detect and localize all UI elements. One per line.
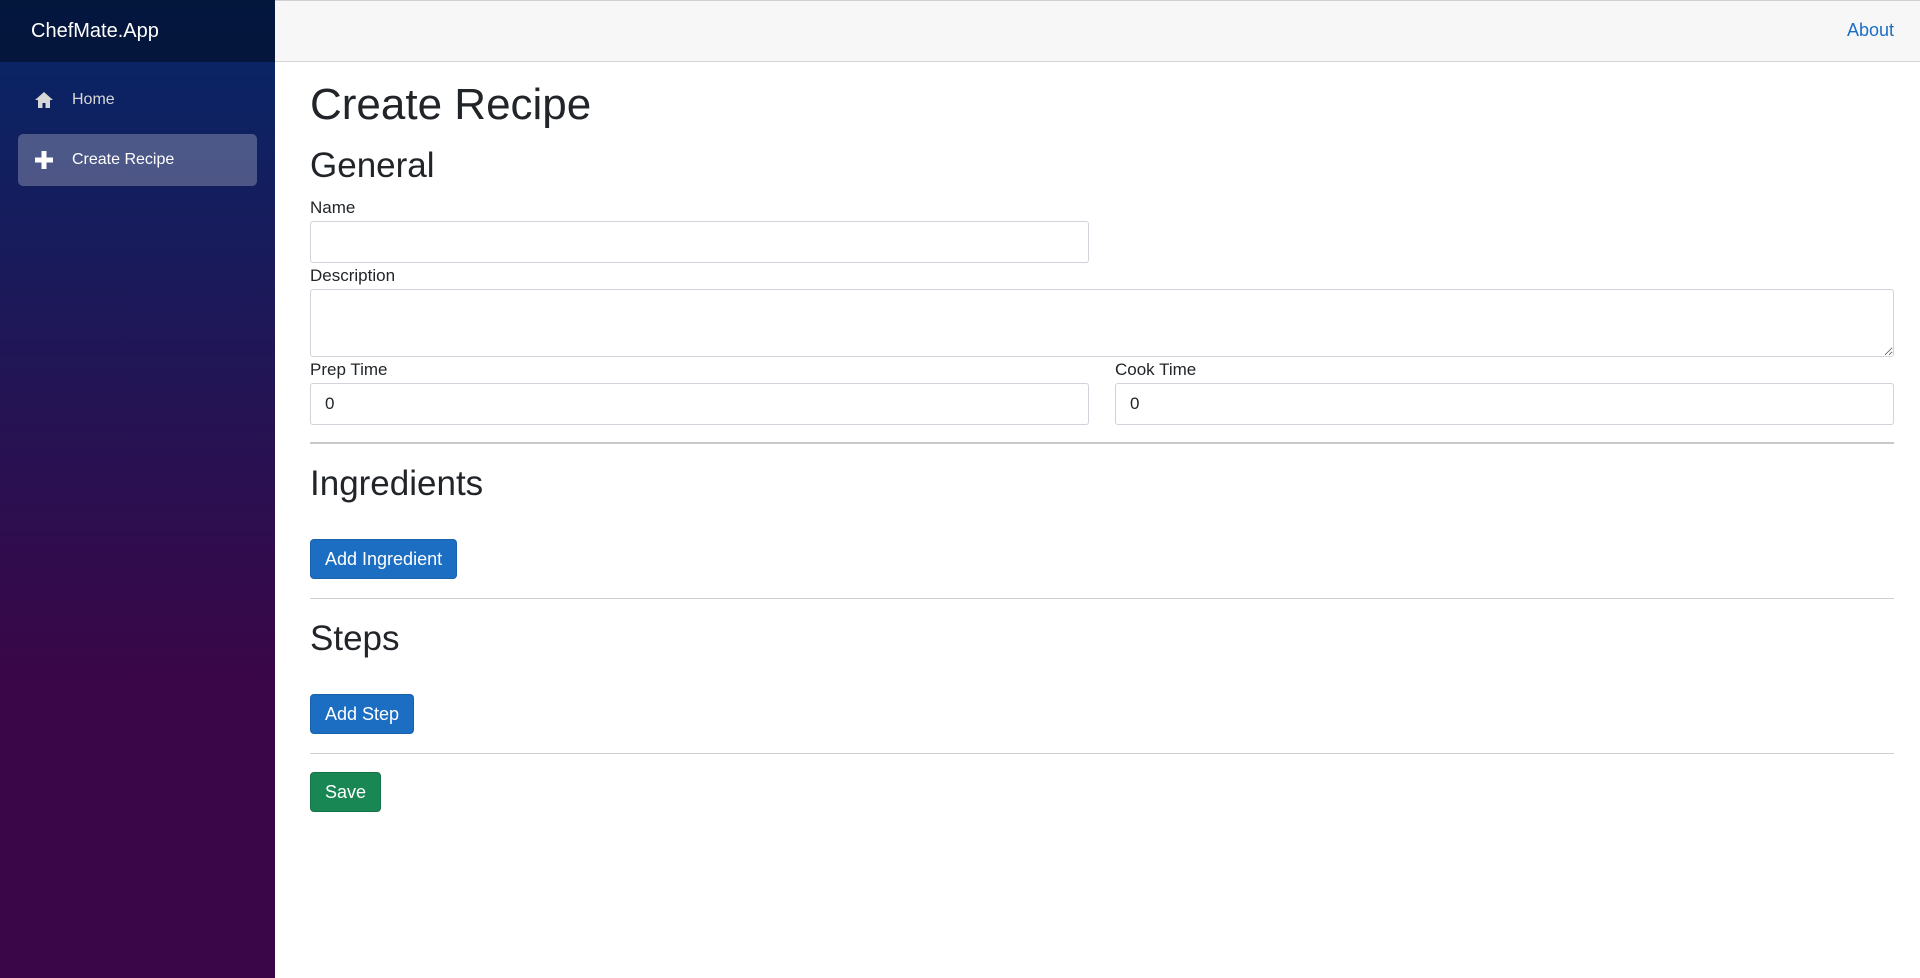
sidebar-item-label: Create Recipe — [72, 151, 175, 168]
name-input[interactable] — [310, 221, 1089, 263]
section-divider — [310, 753, 1894, 754]
prep-time-label: Prep Time — [310, 360, 388, 379]
sidebar: ChefMate.App Home Create Recipe — [0, 0, 275, 978]
page-title: Create Recipe — [310, 80, 592, 129]
section-divider — [310, 598, 1894, 599]
description-textarea[interactable] — [310, 289, 1894, 357]
top-row: About — [275, 0, 1920, 62]
section-divider — [310, 442, 1894, 444]
sidebar-item-create-recipe[interactable]: Create Recipe — [18, 134, 257, 186]
brand-bar: ChefMate.App — [0, 0, 275, 62]
home-icon — [34, 90, 54, 110]
brand-link[interactable]: ChefMate.App — [31, 20, 159, 43]
description-label: Description — [310, 266, 396, 285]
sidebar-item-label: Home — [72, 91, 115, 108]
add-ingredient-button[interactable]: Add Ingredient — [310, 539, 458, 579]
plus-icon — [34, 150, 54, 170]
general-heading: General — [310, 146, 435, 185]
about-link[interactable]: About — [1847, 20, 1894, 41]
cook-time-input[interactable] — [1115, 383, 1894, 425]
prep-time-input[interactable] — [310, 383, 1089, 425]
add-step-button[interactable]: Add Step — [310, 694, 415, 734]
name-label: Name — [310, 198, 356, 217]
steps-heading: Steps — [310, 619, 400, 658]
top-border — [275, 0, 1920, 1]
save-button[interactable]: Save — [310, 772, 382, 812]
main-content: Create Recipe General Name Description P… — [310, 62, 1894, 812]
sidebar-item-home[interactable]: Home — [18, 74, 257, 126]
cook-time-label: Cook Time — [1115, 360, 1197, 379]
ingredients-heading: Ingredients — [310, 464, 484, 503]
sidebar-nav: Home Create Recipe — [0, 62, 275, 186]
